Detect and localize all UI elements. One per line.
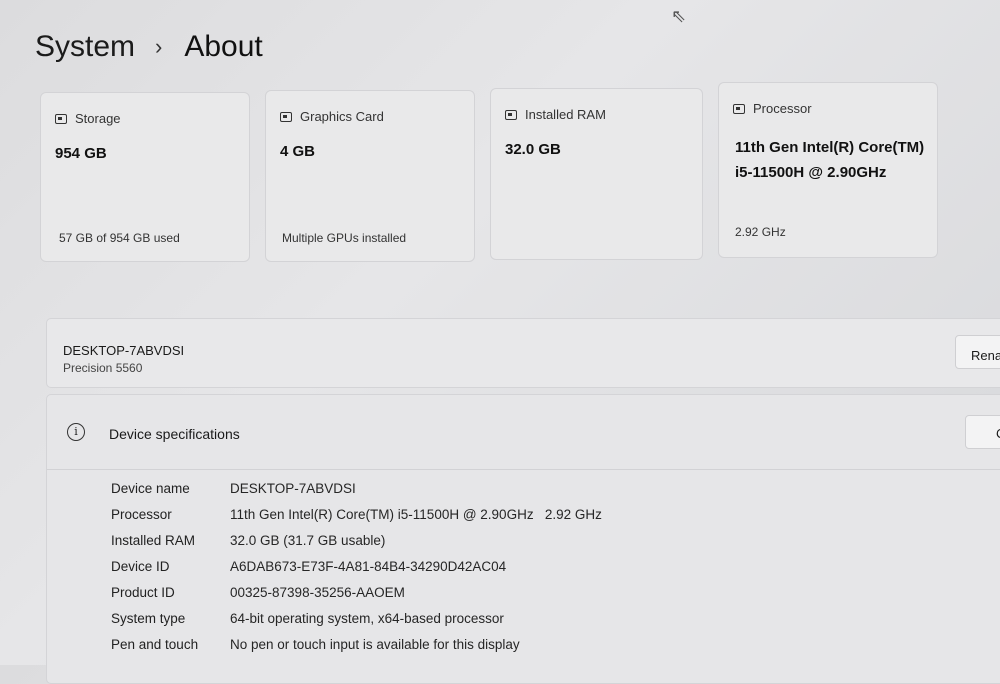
ram-icon: [505, 109, 517, 120]
graphics-card-title: Graphics Card: [300, 109, 384, 124]
spec-row: Processor 11th Gen Intel(R) Core(TM) i5-…: [111, 507, 602, 522]
spec-row: Product ID 00325-87398-35256-AAOEM: [111, 585, 405, 600]
device-specifications-header[interactable]: i Device specifications C: [47, 395, 1000, 470]
installed-ram-value: 32.0 GB: [505, 141, 561, 158]
spec-row: Installed RAM 32.0 GB (31.7 GB usable): [111, 533, 385, 548]
mouse-cursor-icon: ⇖: [671, 6, 687, 26]
spec-value: 64-bit operating system, x64-based proce…: [230, 611, 504, 626]
spec-label: Device ID: [111, 559, 170, 574]
breadcrumb-system[interactable]: System: [35, 30, 135, 64]
spec-value: 00325-87398-35256-AAOEM: [230, 585, 405, 600]
spec-row: Device name DESKTOP-7ABVDSI: [111, 481, 356, 496]
device-model: Precision 5560: [63, 361, 143, 375]
spec-label: Installed RAM: [111, 533, 196, 548]
device-name: DESKTOP-7ABVDSI: [63, 343, 185, 358]
spec-value: No pen or touch input is available for t…: [230, 637, 520, 652]
graphics-card-detail: Multiple GPUs installed: [282, 231, 407, 245]
device-name-panel: DESKTOP-7ABVDSI Precision 5560 Rena: [46, 318, 1000, 388]
installed-ram-card: Installed RAM 32.0 GB: [490, 88, 703, 260]
copy-button[interactable]: C: [965, 415, 1000, 449]
spec-label: Device name: [111, 481, 190, 496]
storage-title: Storage: [75, 111, 121, 126]
chevron-right-icon: ›: [155, 34, 163, 59]
spec-label: Pen and touch: [111, 637, 199, 652]
storage-detail: 57 GB of 954 GB used: [59, 231, 180, 245]
processor-card: Processor 11th Gen Intel(R) Core(TM) i5-…: [718, 82, 938, 258]
storage-value: 954 GB: [55, 145, 107, 162]
processor-value: 11th Gen Intel(R) Core(TM) i5-11500H @ 2…: [735, 139, 925, 181]
processor-icon: [733, 103, 745, 114]
installed-ram-title: Installed RAM: [525, 107, 606, 122]
spec-label: System type: [111, 611, 186, 626]
breadcrumb: System › About: [35, 30, 263, 64]
page-title: About: [184, 30, 263, 63]
graphics-card-card: Graphics Card 4 GB Multiple GPUs install…: [265, 90, 475, 262]
graphics-card-icon: [280, 111, 292, 122]
rename-pc-button[interactable]: Rena: [955, 335, 1000, 369]
spec-value: DESKTOP-7ABVDSI: [230, 481, 356, 496]
info-icon: i: [67, 423, 85, 441]
graphics-card-value: 4 GB: [280, 143, 316, 160]
storage-card: Storage 954 GB 57 GB of 954 GB used: [40, 92, 250, 262]
spec-label: Processor: [111, 507, 172, 522]
processor-title: Processor: [753, 101, 812, 116]
storage-icon: [55, 113, 67, 124]
device-specifications-section: i Device specifications C Device name DE…: [46, 394, 1000, 684]
spec-row: Device ID A6DAB673-E73F-4A81-84B4-34290D…: [111, 559, 506, 574]
processor-speed: 2.92 GHz: [735, 225, 786, 239]
spec-row: Pen and touch No pen or touch input is a…: [111, 637, 520, 652]
spec-value: A6DAB673-E73F-4A81-84B4-34290D42AC04: [230, 559, 507, 574]
spec-value: 32.0 GB (31.7 GB usable): [230, 533, 386, 548]
spec-row: System type 64-bit operating system, x64…: [111, 611, 504, 626]
device-specifications-title: Device specifications: [109, 426, 240, 442]
spec-label: Product ID: [111, 585, 175, 600]
spec-value: 11th Gen Intel(R) Core(TM) i5-11500H @ 2…: [230, 507, 602, 522]
